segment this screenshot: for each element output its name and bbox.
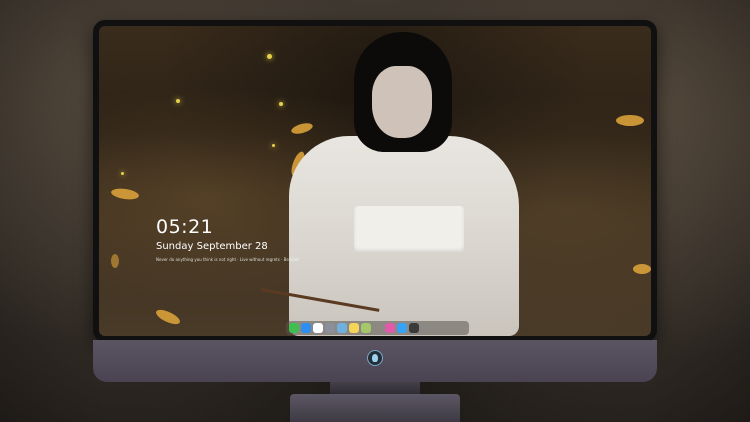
clock-subtext: Never do anything you think is not right…: [156, 257, 299, 262]
wallpaper-leaf: [111, 254, 119, 268]
itunes-icon[interactable]: [385, 323, 395, 333]
messages-icon[interactable]: [289, 323, 299, 333]
figure-face: [372, 66, 432, 138]
monitor: 05:21 Sunday September 28 Never do anyth…: [93, 20, 657, 382]
monitor-stand-base: [290, 394, 460, 422]
clock-date: Sunday September 28: [156, 241, 268, 252]
safari-icon[interactable]: [313, 323, 323, 333]
wallpaper-firefly: [176, 99, 180, 103]
clock-time: 05:21: [156, 216, 214, 238]
wallpaper-figure: [249, 26, 549, 336]
lock-screen-clock: 05:21 Sunday September 28 Never do anyth…: [156, 216, 299, 262]
monitor-chin: [93, 340, 657, 382]
wallpaper-leaf: [633, 264, 651, 274]
wallpaper-firefly: [121, 172, 124, 175]
notes-icon[interactable]: [349, 323, 359, 333]
figure-sash: [354, 206, 464, 252]
monitor-bezel: 05:21 Sunday September 28 Never do anyth…: [93, 20, 657, 342]
wallpaper-leaf: [616, 115, 644, 126]
lock-screen[interactable]: 05:21 Sunday September 28 Never do anyth…: [99, 26, 651, 336]
launchpad-icon[interactable]: [325, 323, 335, 333]
photos-icon[interactable]: [361, 323, 371, 333]
video-icon[interactable]: [337, 323, 347, 333]
terminal-icon[interactable]: [409, 323, 419, 333]
finder-icon[interactable]: [301, 323, 311, 333]
app-store-icon[interactable]: [397, 323, 407, 333]
dock: [286, 321, 469, 335]
brand-logo-icon: [367, 350, 383, 366]
